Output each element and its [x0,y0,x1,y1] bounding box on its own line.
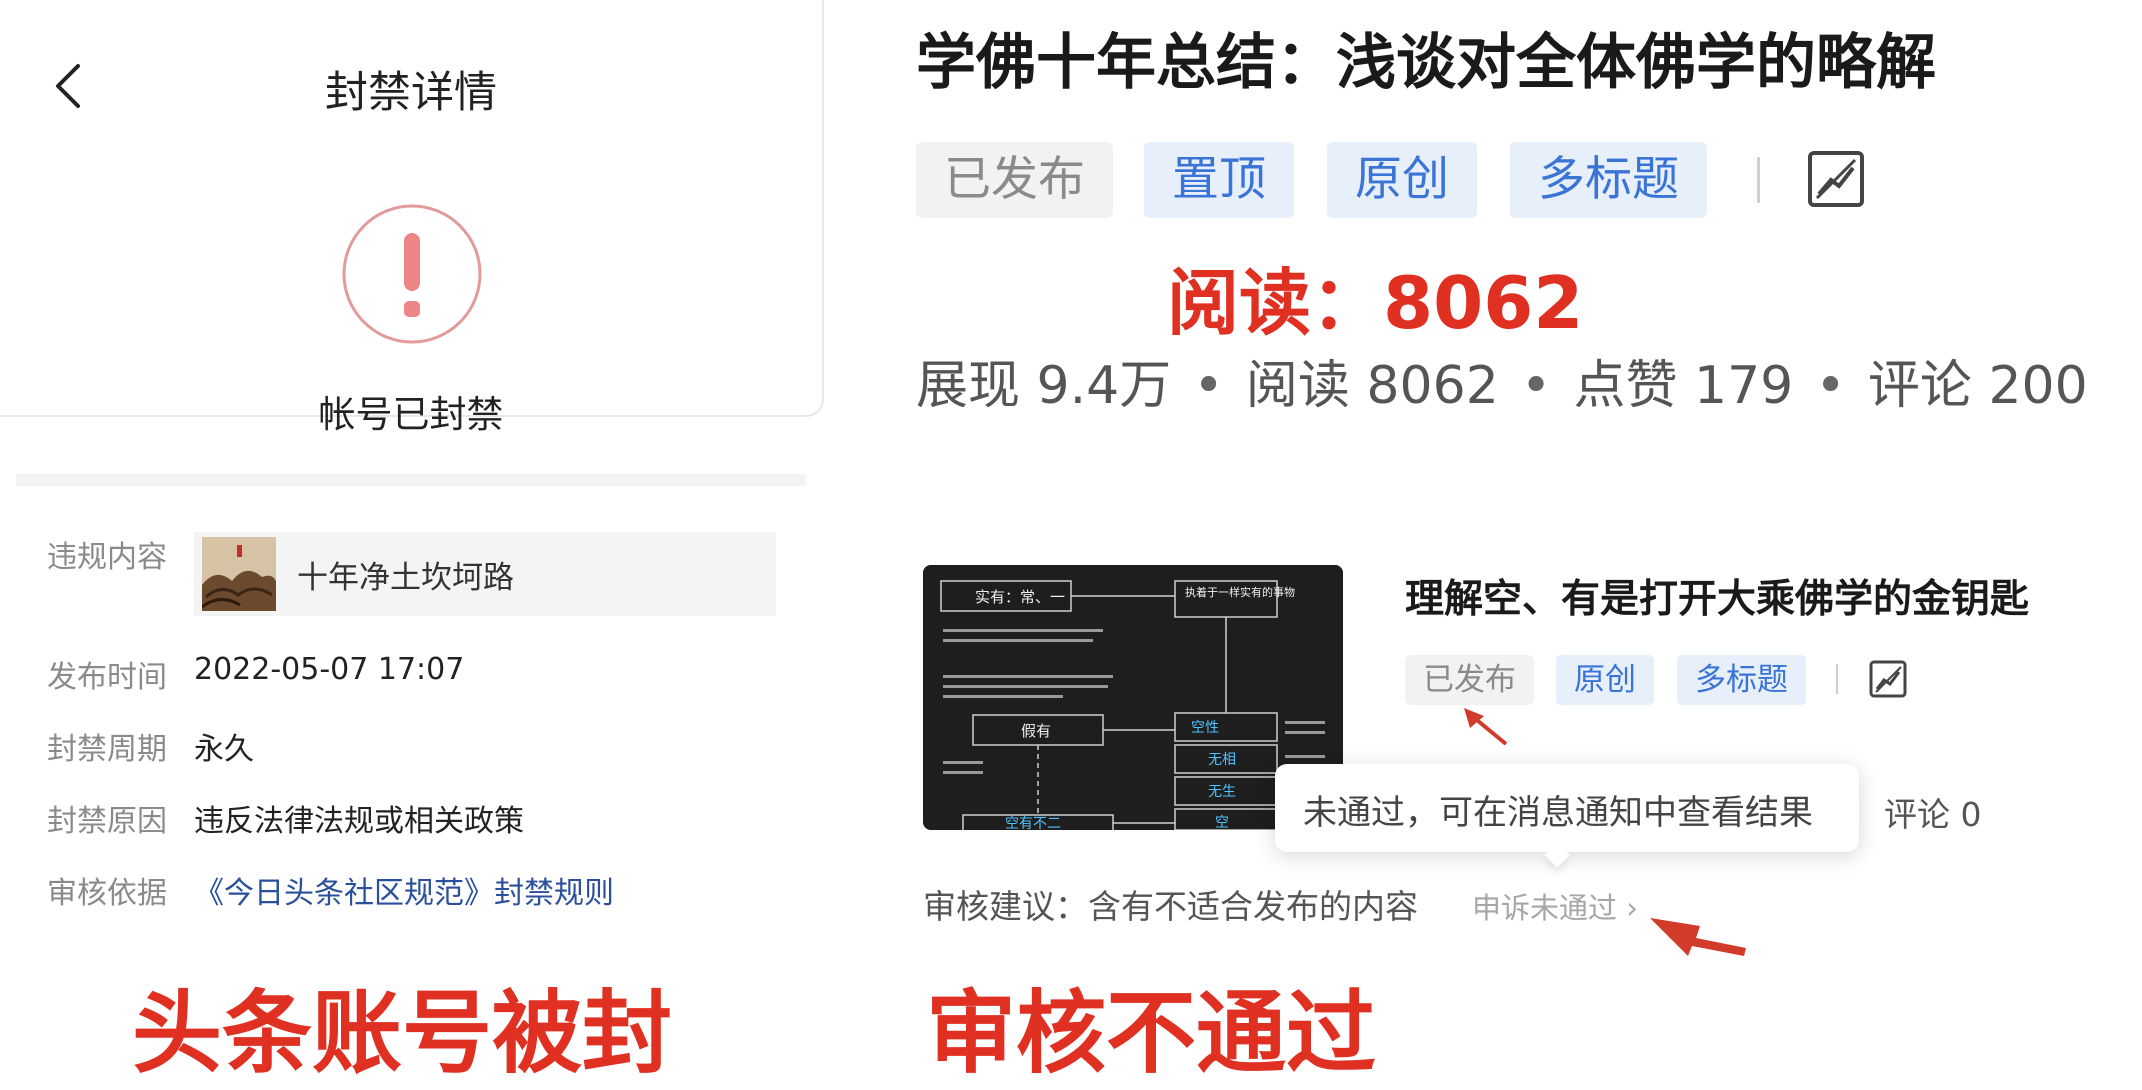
article-title[interactable]: 学佛十年总结：浅谈对全体佛学的略解 [916,14,1936,101]
chart-stats-icon-2[interactable] [1869,660,1907,698]
impressions-stat: 展现 9.4万 [916,356,1172,416]
comments-stat-2: 评论 0 [1884,795,1982,834]
content-thumbnail [202,537,276,611]
pinned-tag: 置顶 [1144,142,1294,218]
likes-stat: 点赞 179 [1573,356,1794,416]
ban-reason-label: 封禁原因 [47,804,167,839]
appeal-failed-link[interactable]: 申诉未通过 › [1472,885,1638,927]
comments-stat: 评论 200 [1867,356,2088,416]
publish-time-value: 2022-05-07 17:07 [194,652,465,687]
thumbnail-box-4: 空性 [1191,720,1219,736]
account-banned-status: 帐号已封禁 [318,393,504,436]
red-arrow-icon-2 [1650,918,1746,956]
reads-annotation: 阅读：8062 [1167,261,1584,345]
review-basis-label: 审核依据 [47,876,167,911]
multi-title-tag-2: 多标题 [1677,655,1806,705]
review-failed-caption: 审核不通过 [926,981,1376,1086]
red-arrow-icon [1464,708,1508,746]
ban-period-value: 永久 [194,732,254,767]
page-title: 封禁详情 [325,68,497,118]
thumbnail-box-6: 无生 [1208,784,1236,800]
thumbnail-box-1: 实有：常、一 [975,588,1065,606]
reads-stat: 阅读 8062 [1245,356,1499,416]
violation-content-title: 十年净土坎坷路 [297,560,514,596]
chart-stats-icon[interactable] [1807,150,1865,208]
multi-title-tag: 多标题 [1510,142,1707,218]
published-tag-2: 已发布 [1405,655,1534,705]
thumbnail-box-2: 执着于一样实有的事物 [1185,585,1295,599]
warning-icon [342,204,482,344]
original-tag-2: 原创 [1556,655,1654,705]
article-stats: 展现 9.4万 • 阅读 8062 • 点赞 179 • 评论 200 [916,356,2088,416]
thumbnail-box-3: 假有 [1021,722,1051,740]
thumbnail-box-5: 无相 [1208,752,1236,768]
tooltip-message: 未通过，可在消息通知中查看结果 [1303,793,1813,833]
section-divider [16,474,806,486]
review-basis-link[interactable]: 《今日头条社区规范》封禁规则 [194,868,614,912]
ban-period-label: 封禁周期 [47,732,167,767]
account-banned-caption: 头条账号被封 [132,981,672,1086]
review-suggestion: 审核建议：含有不适合发布的内容 [923,887,1418,926]
thumbnail-box-7: 空 [1215,815,1229,830]
ban-reason-value: 违反法律法规或相关政策 [194,804,524,839]
published-tag: 已发布 [916,142,1113,218]
article-title-2[interactable]: 理解空、有是打开大乘佛学的金钥匙 [1405,568,2029,624]
original-tag: 原创 [1327,142,1477,218]
violation-content-label: 违规内容 [47,540,167,575]
tag-separator [1757,157,1760,203]
thumbnail-box-8: 空有不二 [1005,816,1061,830]
publish-time-label: 发布时间 [47,660,167,695]
tag-separator-2 [1836,664,1838,694]
